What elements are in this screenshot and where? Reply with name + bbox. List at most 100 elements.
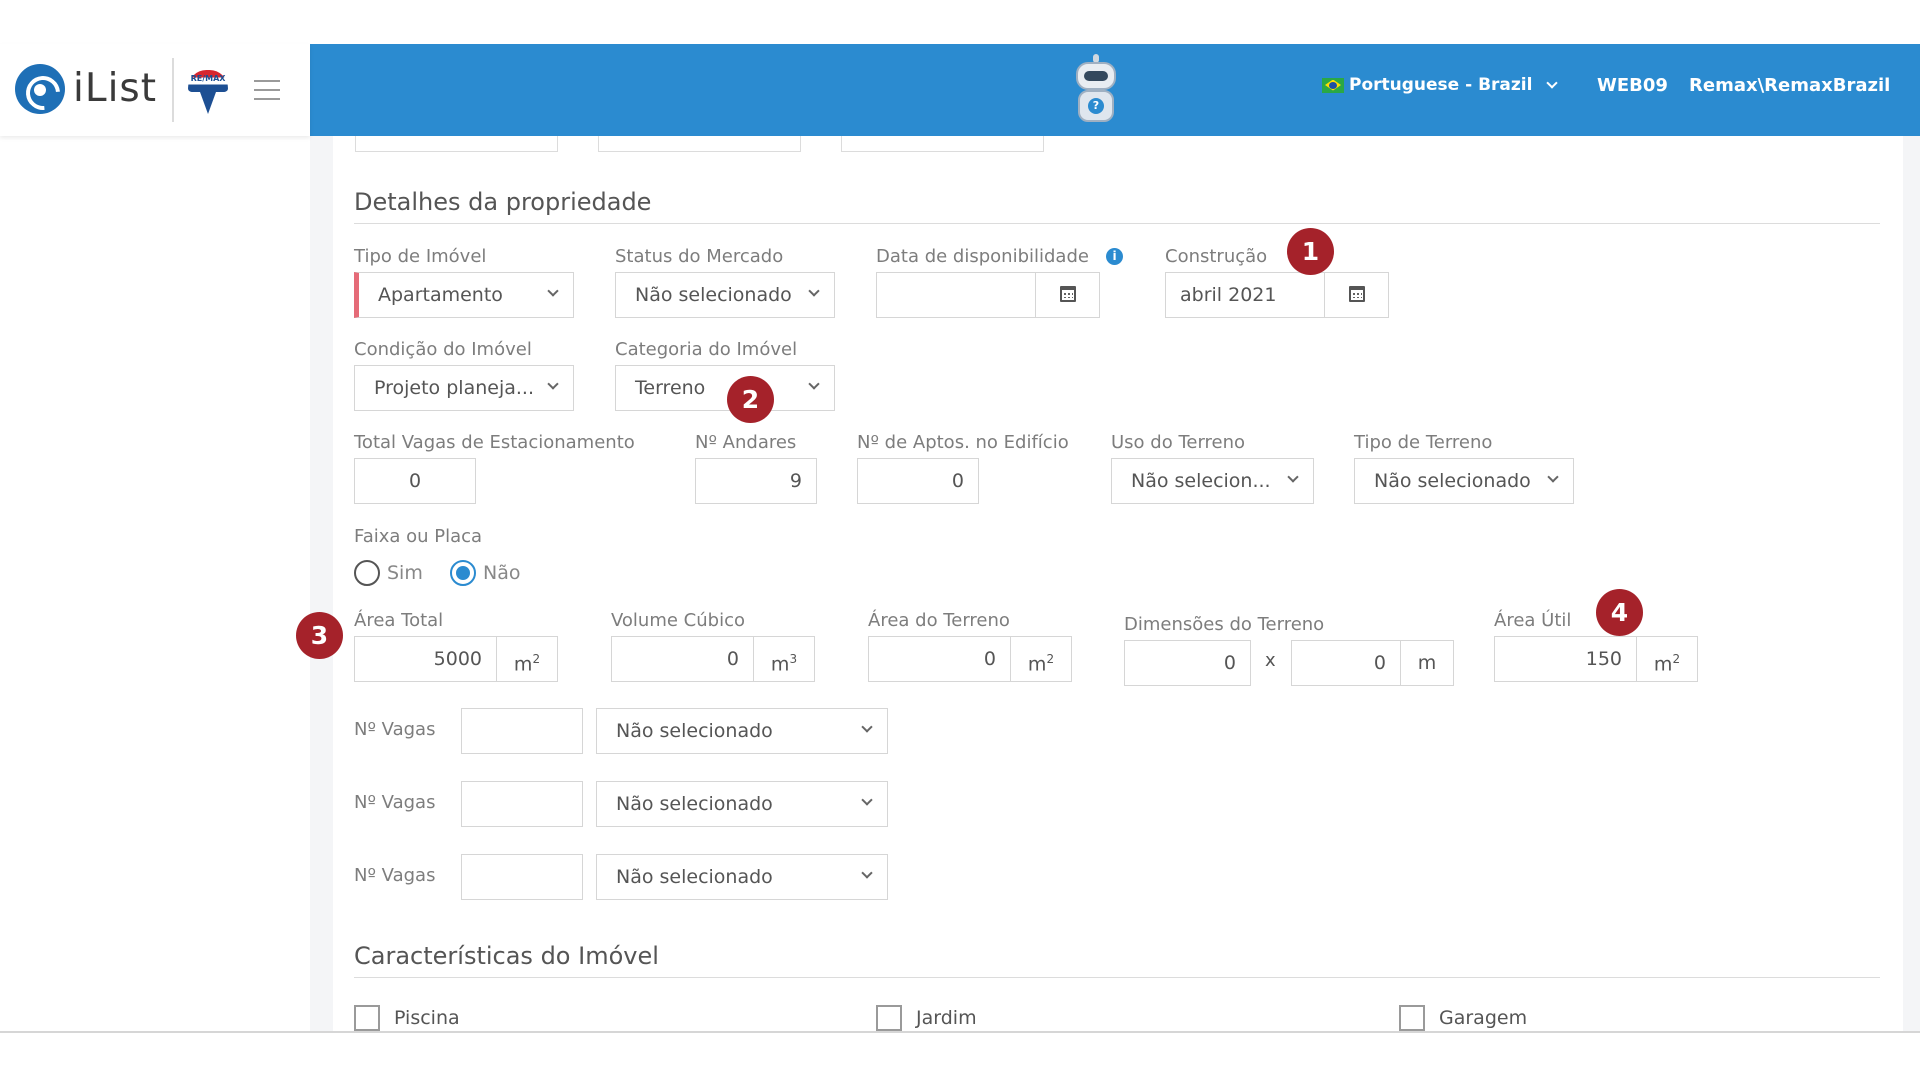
language-selector[interactable]: Portuguese - Brazil (1322, 75, 1559, 95)
chevron-down-icon (547, 285, 559, 297)
hamburger-menu-icon[interactable] (254, 80, 280, 100)
uso-terreno-value: Não selecion... (1131, 470, 1271, 492)
n-andares-label: Nº Andares (695, 432, 797, 453)
uso-terreno-select[interactable]: Não selecion... (1111, 458, 1314, 504)
condicao-imovel-select[interactable]: Projeto planeja... (354, 365, 574, 411)
brazil-flag-icon (1322, 77, 1344, 93)
property-form-card: Detalhes da propriedade Tipo de Imóvel A… (333, 118, 1903, 1031)
section-divider (354, 977, 1880, 978)
sidebar (0, 136, 310, 1031)
area-util-unit: m2 (1636, 636, 1698, 682)
radio-nao-label: Não (483, 562, 521, 584)
n-aptos-label: Nº de Aptos. no Edifício (857, 432, 1069, 453)
checkbox-piscina[interactable] (354, 1005, 380, 1031)
condicao-imovel-label: Condição do Imóvel (354, 339, 532, 360)
dimensoes-terreno-input-a[interactable]: 0 (1124, 640, 1251, 686)
remax-balloon-logo: RE/MAX (188, 70, 228, 114)
area-util-label: Área Útil (1494, 610, 1572, 631)
calendar-icon (1060, 286, 1076, 302)
tipo-imovel-select[interactable]: Apartamento (354, 272, 574, 318)
brand-name: iList (73, 66, 158, 111)
volume-cubico-unit: m3 (753, 636, 815, 682)
section-divider (354, 223, 1880, 224)
vagas-row-input[interactable] (461, 708, 583, 754)
status-mercado-label: Status do Mercado (615, 246, 784, 267)
calendar-button[interactable] (1324, 272, 1389, 318)
construcao-input[interactable]: abril 2021 (1165, 272, 1325, 318)
vagas-row-select[interactable]: Não selecionado (596, 854, 888, 900)
radio-sim-label: Sim (387, 562, 423, 584)
chevron-down-icon (1546, 77, 1559, 89)
app-window: iList RE/MAX ? Portuguese - Brazil WEB09… (0, 0, 1920, 1080)
chevron-down-icon (861, 721, 873, 733)
faixa-placa-label: Faixa ou Placa (354, 526, 483, 547)
uso-terreno-label: Uso do Terreno (1111, 432, 1246, 453)
area-terreno-label: Área do Terreno (868, 610, 1010, 631)
calendar-icon (1349, 286, 1365, 302)
area-total-unit: m2 (496, 636, 558, 682)
partner-logo-text: RE/MAX (190, 74, 226, 83)
categoria-imovel-value: Terreno (635, 377, 706, 399)
logo-divider (172, 58, 174, 122)
vagas-row-input[interactable] (461, 854, 583, 900)
language-label: Portuguese - Brazil (1349, 75, 1533, 95)
annotation-badge-4: 4 (1596, 589, 1643, 636)
vagas-row-select[interactable]: Não selecionado (596, 781, 888, 827)
n-andares-input[interactable]: 9 (695, 458, 817, 504)
status-mercado-value: Não selecionado (635, 284, 792, 306)
chevron-down-icon (861, 867, 873, 879)
tipo-terreno-value: Não selecionado (1374, 470, 1531, 492)
checkbox-garagem-label: Garagem (1439, 1007, 1528, 1029)
area-terreno-input[interactable]: 0 (868, 636, 1011, 682)
dimensoes-terreno-label: Dimensões do Terreno (1124, 614, 1325, 635)
dimension-separator: x (1265, 650, 1276, 671)
robot-help-icon[interactable]: ? (1062, 54, 1130, 126)
vagas-row-select[interactable]: Não selecionado (596, 708, 888, 754)
categoria-imovel-label: Categoria do Imóvel (615, 339, 798, 360)
user-name[interactable]: Remax\RemaxBrazil (1689, 75, 1890, 96)
tipo-imovel-value: Apartamento (378, 284, 503, 306)
volume-cubico-label: Volume Cúbico (611, 610, 745, 631)
vagas-row-label: Nº Vagas (354, 792, 436, 813)
area-total-label: Área Total (354, 610, 444, 631)
section-title-features: Características do Imóvel (354, 942, 659, 970)
vagas-row-label: Nº Vagas (354, 719, 436, 740)
chevron-down-icon (1547, 471, 1559, 483)
ilist-logo-icon (15, 64, 65, 114)
info-icon[interactable]: i (1106, 248, 1123, 265)
tipo-terreno-label: Tipo de Terreno (1354, 432, 1493, 453)
volume-cubico-input[interactable]: 0 (611, 636, 754, 682)
chevron-down-icon (1287, 471, 1299, 483)
annotation-badge-1: 1 (1287, 228, 1334, 275)
section-title-details: Detalhes da propriedade (354, 188, 652, 216)
chevron-down-icon (808, 378, 820, 390)
dimensoes-terreno-input-b[interactable]: 0 (1291, 640, 1401, 686)
logo-area: iList RE/MAX (0, 44, 310, 136)
area-total-input[interactable]: 5000 (354, 636, 497, 682)
chevron-down-icon (808, 285, 820, 297)
construcao-label: Construção (1165, 246, 1268, 267)
office-code[interactable]: WEB09 (1597, 75, 1668, 96)
categoria-imovel-select[interactable]: Terreno (615, 365, 835, 411)
total-vagas-input[interactable]: 0 (354, 458, 476, 504)
window-bottom-border (0, 1031, 1920, 1033)
n-aptos-input[interactable]: 0 (857, 458, 979, 504)
vagas-row-label: Nº Vagas (354, 865, 436, 886)
calendar-button[interactable] (1035, 272, 1100, 318)
data-disponibilidade-input[interactable] (876, 272, 1036, 318)
status-mercado-select[interactable]: Não selecionado (615, 272, 835, 318)
radio-nao[interactable] (450, 560, 476, 586)
dimensoes-terreno-unit: m (1400, 640, 1454, 686)
checkbox-jardim[interactable] (876, 1005, 902, 1031)
top-bar: ? Portuguese - Brazil WEB09 Remax\RemaxB… (310, 44, 1920, 136)
checkbox-piscina-label: Piscina (394, 1007, 460, 1029)
annotation-badge-3: 3 (296, 612, 343, 659)
vagas-row-input[interactable] (461, 781, 583, 827)
area-util-input[interactable]: 150 (1494, 636, 1637, 682)
radio-sim[interactable] (354, 560, 380, 586)
condicao-imovel-value: Projeto planeja... (374, 377, 534, 399)
checkbox-garagem[interactable] (1399, 1005, 1425, 1031)
tipo-terreno-select[interactable]: Não selecionado (1354, 458, 1574, 504)
checkbox-jardim-label: Jardim (916, 1007, 977, 1029)
total-vagas-label: Total Vagas de Estacionamento (354, 432, 635, 453)
